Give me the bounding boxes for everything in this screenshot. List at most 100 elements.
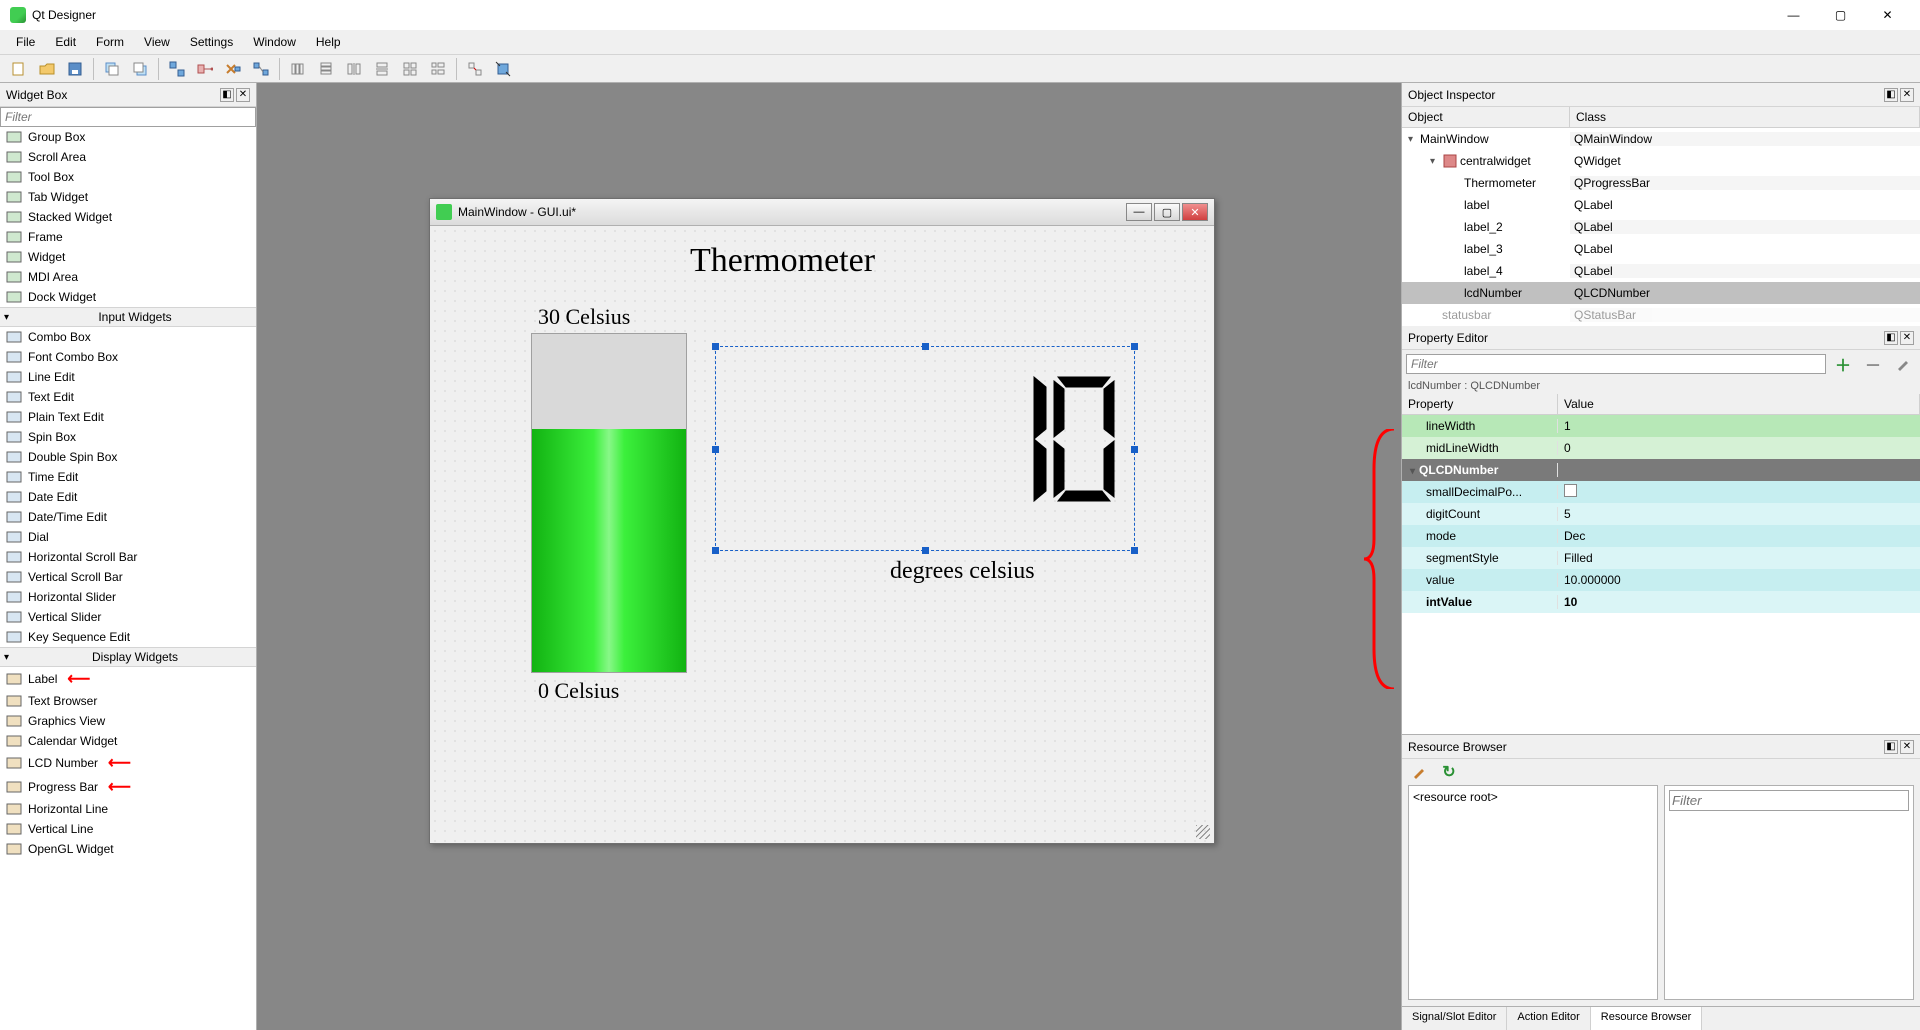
form-close-button[interactable]: ✕ bbox=[1182, 203, 1208, 221]
form-body[interactable]: Thermometer 30 Celsius 0 Celsius bbox=[430, 226, 1214, 843]
form-minimize-button[interactable]: — bbox=[1126, 203, 1152, 221]
close-button[interactable]: ✕ bbox=[1865, 1, 1910, 29]
bring-front-button[interactable] bbox=[127, 57, 153, 81]
edit-signals-button[interactable] bbox=[192, 57, 218, 81]
widget-item[interactable]: Scroll Area bbox=[0, 147, 256, 167]
menu-form[interactable]: Form bbox=[86, 32, 134, 52]
property-filter[interactable] bbox=[1406, 354, 1826, 374]
lcd-number-widget[interactable] bbox=[715, 346, 1135, 551]
maximize-button[interactable]: ▢ bbox=[1818, 1, 1863, 29]
widget-item[interactable]: Date/Time Edit bbox=[0, 507, 256, 527]
adjust-size-button[interactable] bbox=[490, 57, 516, 81]
widget-item[interactable]: Widget bbox=[0, 247, 256, 267]
reload-resources-button[interactable]: ↻ bbox=[1436, 760, 1462, 784]
dock-float-button[interactable]: ◧ bbox=[1884, 740, 1898, 754]
resource-tree[interactable]: <resource root> bbox=[1408, 785, 1658, 1000]
widget-item[interactable]: Dock Widget bbox=[0, 287, 256, 307]
widget-item[interactable]: Vertical Scroll Bar bbox=[0, 567, 256, 587]
form-window[interactable]: MainWindow - GUI.ui* — ▢ ✕ Thermometer 3… bbox=[429, 198, 1215, 844]
minimize-button[interactable]: — bbox=[1771, 1, 1816, 29]
save-button[interactable] bbox=[62, 57, 88, 81]
tree-row[interactable]: label_4 QLabel bbox=[1402, 260, 1920, 282]
property-row[interactable]: segmentStyle Filled bbox=[1402, 547, 1920, 569]
tree-row[interactable]: statusbarQStatusBar bbox=[1402, 304, 1920, 326]
menu-file[interactable]: File bbox=[6, 32, 45, 52]
widget-item[interactable]: Progress Bar⟵ bbox=[0, 775, 256, 799]
resource-filter[interactable] bbox=[1669, 790, 1909, 811]
widget-item[interactable]: Line Edit bbox=[0, 367, 256, 387]
property-row[interactable]: value 10.000000 bbox=[1402, 569, 1920, 591]
send-back-button[interactable] bbox=[99, 57, 125, 81]
widget-item[interactable]: Stacked Widget bbox=[0, 207, 256, 227]
col-value[interactable]: Value bbox=[1558, 394, 1920, 414]
widget-item[interactable]: Group Box bbox=[0, 127, 256, 147]
widget-item[interactable]: Horizontal Line bbox=[0, 799, 256, 819]
widget-item[interactable]: Horizontal Slider bbox=[0, 587, 256, 607]
widget-item[interactable]: Dial bbox=[0, 527, 256, 547]
form-maximize-button[interactable]: ▢ bbox=[1154, 203, 1180, 221]
col-property[interactable]: Property bbox=[1402, 394, 1558, 414]
widget-item[interactable]: Time Edit bbox=[0, 467, 256, 487]
widget-item[interactable]: Graphics View bbox=[0, 711, 256, 731]
dock-close-button[interactable]: ✕ bbox=[236, 88, 250, 102]
layout-grid-button[interactable] bbox=[397, 57, 423, 81]
label-bottom[interactable]: 0 Celsius bbox=[538, 678, 619, 704]
widget-item[interactable]: Key Sequence Edit bbox=[0, 627, 256, 647]
edit-tab-order-button[interactable] bbox=[248, 57, 274, 81]
label-unit[interactable]: degrees celsius bbox=[890, 558, 1035, 585]
dock-close-button[interactable]: ✕ bbox=[1900, 740, 1914, 754]
resize-grip[interactable] bbox=[1196, 825, 1210, 839]
tree-row[interactable]: Thermometer QProgressBar bbox=[1402, 172, 1920, 194]
property-row[interactable]: smallDecimalPo... bbox=[1402, 481, 1920, 503]
tree-row[interactable]: ▾MainWindow QMainWindow bbox=[1402, 128, 1920, 150]
property-row[interactable]: digitCount 5 bbox=[1402, 503, 1920, 525]
widget-item[interactable]: Date Edit bbox=[0, 487, 256, 507]
break-layout-button[interactable] bbox=[462, 57, 488, 81]
tab-action-editor[interactable]: Action Editor bbox=[1507, 1007, 1590, 1030]
property-row[interactable]: lineWidth 1 bbox=[1402, 415, 1920, 437]
menu-help[interactable]: Help bbox=[306, 32, 351, 52]
dock-close-button[interactable]: ✕ bbox=[1900, 88, 1914, 102]
layout-horiz-button[interactable] bbox=[285, 57, 311, 81]
widget-item[interactable]: Label⟵ bbox=[0, 667, 256, 691]
dock-float-button[interactable]: ◧ bbox=[220, 88, 234, 102]
property-row[interactable]: intValue 10 bbox=[1402, 591, 1920, 613]
design-canvas[interactable]: MainWindow - GUI.ui* — ▢ ✕ Thermometer 3… bbox=[257, 83, 1401, 1030]
tab-resource-browser[interactable]: Resource Browser bbox=[1591, 1007, 1702, 1030]
remove-dynamic-prop-button[interactable]: － bbox=[1860, 352, 1886, 376]
widget-item[interactable]: LCD Number⟵ bbox=[0, 751, 256, 775]
category-display-widgets[interactable]: ▾Display Widgets bbox=[0, 647, 256, 667]
menu-settings[interactable]: Settings bbox=[180, 32, 243, 52]
layout-vsplit-button[interactable] bbox=[369, 57, 395, 81]
tree-row[interactable]: label QLabel bbox=[1402, 194, 1920, 216]
tree-row[interactable]: ▾centralwidget QWidget bbox=[1402, 150, 1920, 172]
add-dynamic-prop-button[interactable]: ＋ bbox=[1830, 352, 1856, 376]
property-table[interactable]: Property Value lineWidth 1 midLineWidth … bbox=[1402, 394, 1920, 734]
widget-item[interactable]: Tool Box bbox=[0, 167, 256, 187]
layout-hsplit-button[interactable] bbox=[341, 57, 367, 81]
dock-float-button[interactable]: ◧ bbox=[1884, 88, 1898, 102]
category-input-widgets[interactable]: ▾Input Widgets bbox=[0, 307, 256, 327]
resource-preview[interactable] bbox=[1664, 785, 1914, 1000]
menu-window[interactable]: Window bbox=[243, 32, 306, 52]
widget-item[interactable]: Tab Widget bbox=[0, 187, 256, 207]
widget-item[interactable]: Font Combo Box bbox=[0, 347, 256, 367]
tree-row[interactable]: label_3 QLabel bbox=[1402, 238, 1920, 260]
widget-item[interactable]: Spin Box bbox=[0, 427, 256, 447]
widget-item[interactable]: Frame bbox=[0, 227, 256, 247]
menu-view[interactable]: View bbox=[134, 32, 180, 52]
label-heading[interactable]: Thermometer bbox=[690, 242, 875, 280]
widget-item[interactable]: Plain Text Edit bbox=[0, 407, 256, 427]
widget-item[interactable]: Calendar Widget bbox=[0, 731, 256, 751]
checkbox[interactable] bbox=[1564, 484, 1577, 497]
widget-box-filter[interactable] bbox=[0, 107, 256, 127]
dock-close-button[interactable]: ✕ bbox=[1900, 331, 1914, 345]
property-row[interactable]: midLineWidth 0 bbox=[1402, 437, 1920, 459]
config-button[interactable] bbox=[1890, 352, 1916, 376]
widget-item[interactable]: Text Browser bbox=[0, 691, 256, 711]
widget-item[interactable]: Vertical Line bbox=[0, 819, 256, 839]
widget-item[interactable]: OpenGL Widget bbox=[0, 839, 256, 859]
menu-edit[interactable]: Edit bbox=[45, 32, 86, 52]
dock-float-button[interactable]: ◧ bbox=[1884, 331, 1898, 345]
tree-row[interactable]: label_2 QLabel bbox=[1402, 216, 1920, 238]
